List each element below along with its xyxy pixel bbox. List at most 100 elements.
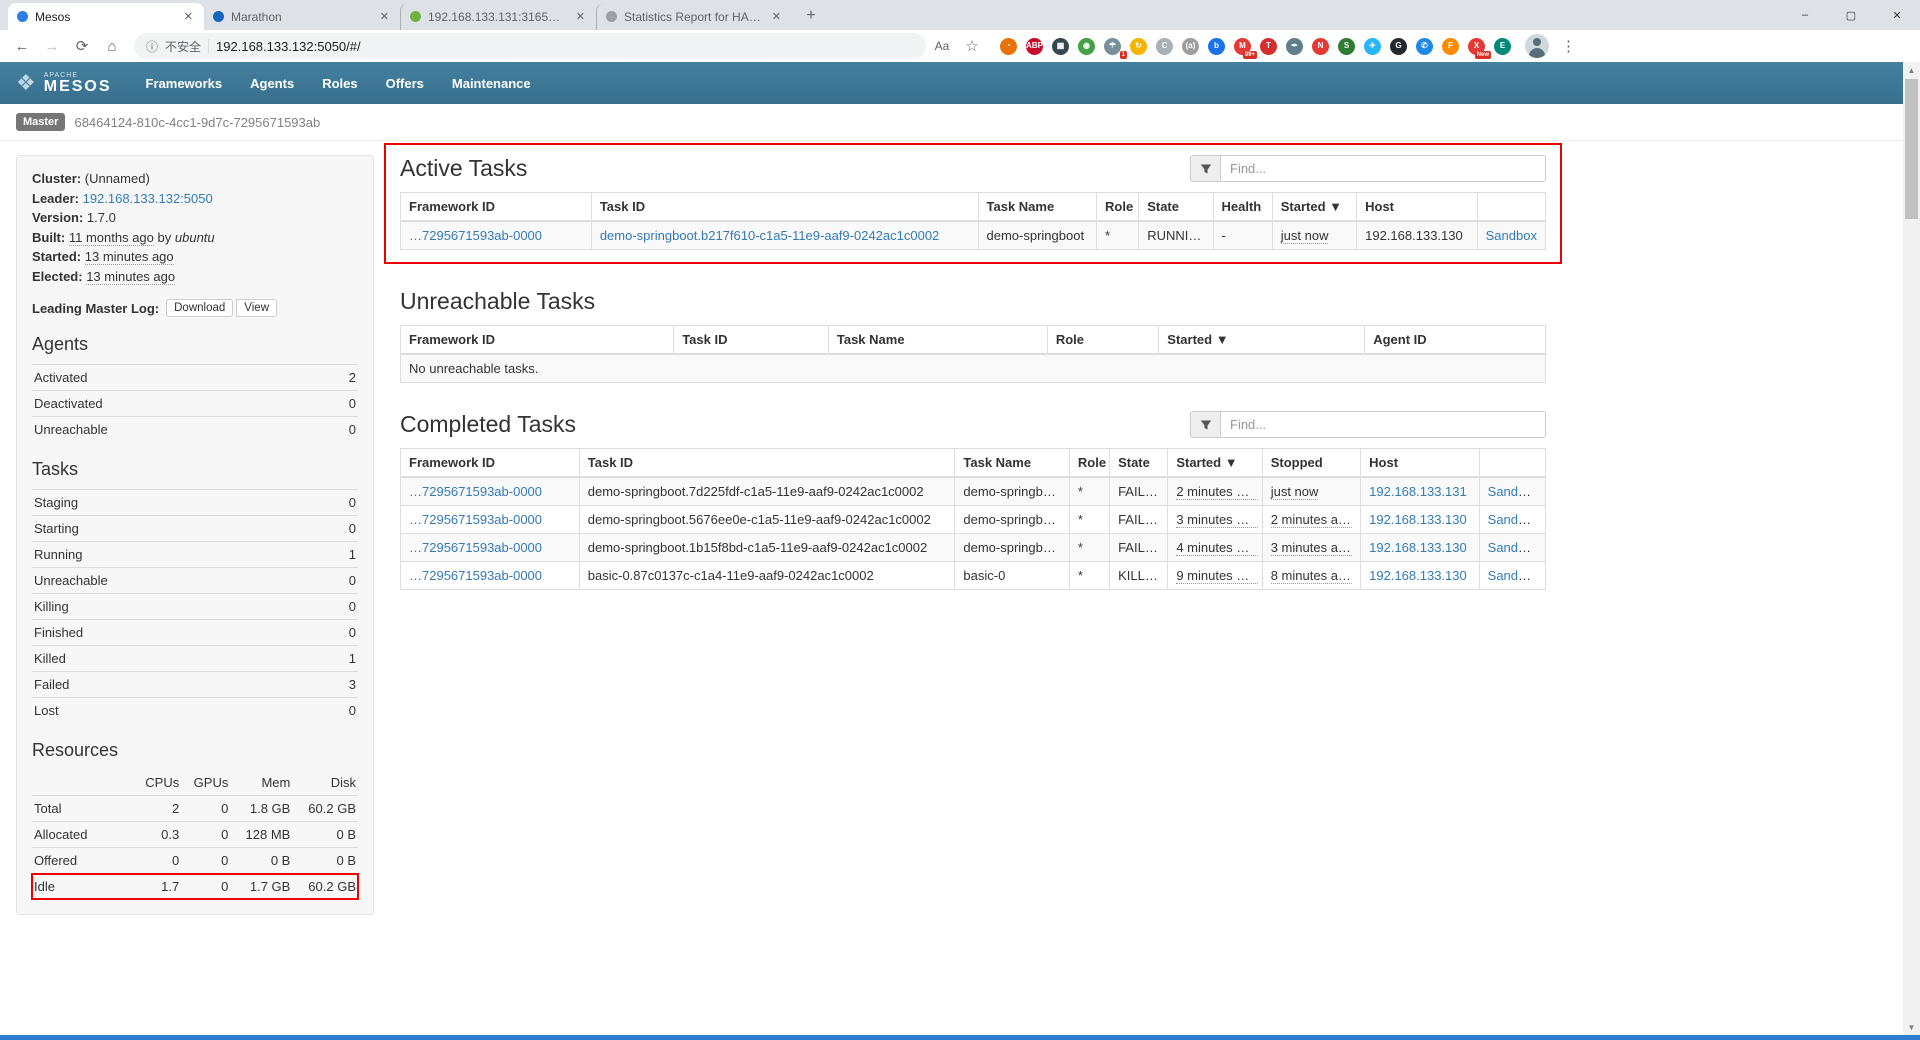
extension-icon[interactable]: ◔ — [1000, 38, 1017, 55]
host-link[interactable]: 192.168.133.130 — [1369, 512, 1467, 527]
tab-mesos[interactable]: Mesos ✕ — [8, 3, 204, 30]
extension-icon[interactable]: N — [1312, 38, 1329, 55]
home-icon[interactable]: ⌂ — [98, 32, 126, 60]
extension-icon[interactable]: S — [1338, 38, 1355, 55]
host-link[interactable]: 192.168.133.131 — [1369, 484, 1467, 499]
tab-marathon[interactable]: Marathon ✕ — [204, 3, 400, 30]
host-link[interactable]: 192.168.133.130 — [1369, 540, 1467, 555]
extension-icon[interactable]: M 99+ — [1234, 38, 1251, 55]
framework-id-link[interactable]: …7295671593ab-0000 — [409, 540, 542, 555]
sandbox-link[interactable]: Sandbox — [1486, 228, 1537, 243]
started-cell: 4 minutes ago — [1176, 540, 1258, 556]
host-link[interactable]: 192.168.133.130 — [1369, 568, 1467, 583]
task-id-cell: demo-springboot.5676ee0e-c1a5-11e9-aaf9-… — [579, 506, 955, 534]
maximize-button[interactable]: ▢ — [1828, 0, 1874, 30]
task-id-link[interactable]: demo-springboot.b217f610-c1a5-11e9-aaf9-… — [600, 228, 939, 243]
column-header[interactable]: Role — [1097, 193, 1139, 222]
address-divider — [208, 39, 209, 53]
column-header[interactable]: Host — [1361, 449, 1480, 478]
sandbox-link[interactable]: Sandbox — [1488, 512, 1539, 527]
extension-icon[interactable]: ▦ — [1052, 38, 1069, 55]
extension-icon[interactable]: ✒ — [1286, 38, 1303, 55]
scrollbar-thumb[interactable] — [1905, 79, 1918, 219]
forward-icon[interactable]: → — [38, 32, 66, 60]
column-header[interactable]: State — [1110, 449, 1168, 478]
column-header[interactable]: Task Name — [828, 326, 1047, 355]
download-log-button[interactable]: Download — [166, 299, 233, 317]
navbar-item[interactable]: Roles — [322, 76, 357, 91]
column-header[interactable]: Task ID — [579, 449, 955, 478]
close-button[interactable]: ✕ — [1874, 0, 1920, 30]
column-header[interactable]: Task ID — [674, 326, 829, 355]
framework-id-link[interactable]: …7295671593ab-0000 — [409, 568, 542, 583]
extension-icon[interactable]: ✆ — [1416, 38, 1433, 55]
column-header[interactable]: Host — [1357, 193, 1478, 222]
extension-icon[interactable]: ↻ — [1130, 38, 1147, 55]
column-header[interactable] — [1479, 449, 1545, 478]
tab-close-icon[interactable]: ✕ — [770, 10, 783, 23]
minimize-button[interactable]: – — [1782, 0, 1828, 30]
scrollbar[interactable]: ▲ ▼ — [1903, 62, 1920, 1035]
column-header[interactable]: Framework ID — [401, 449, 580, 478]
column-header[interactable]: Role — [1047, 326, 1158, 355]
browser-menu-icon[interactable]: ⋮ — [1561, 37, 1576, 55]
sandbox-link[interactable]: Sandbox — [1488, 568, 1539, 583]
mesos-brand[interactable]: ❖ APACHE MESOS — [16, 72, 112, 95]
completed-tasks-find-input[interactable] — [1220, 411, 1546, 438]
back-icon[interactable]: ← — [8, 32, 36, 60]
column-header[interactable]: Health — [1213, 193, 1272, 222]
navbar-item[interactable]: Frameworks — [146, 76, 223, 91]
navbar-item[interactable]: Maintenance — [452, 76, 531, 91]
extension-icon[interactable]: ◉ — [1078, 38, 1095, 55]
active-tasks-find-input[interactable] — [1220, 155, 1546, 182]
site-info-icon[interactable]: ⓘ — [146, 38, 158, 55]
extension-icon[interactable]: ABP — [1026, 38, 1043, 55]
scroll-up-icon[interactable]: ▲ — [1903, 62, 1920, 78]
scroll-down-icon[interactable]: ▼ — [1903, 1019, 1920, 1035]
column-header[interactable]: Task ID — [591, 193, 978, 222]
column-header[interactable]: Stopped — [1262, 449, 1360, 478]
sandbox-link[interactable]: Sandbox — [1488, 540, 1539, 555]
extension-icon[interactable]: b — [1208, 38, 1225, 55]
column-header[interactable]: Started ▼ — [1159, 326, 1365, 355]
column-header[interactable]: Role — [1069, 449, 1109, 478]
extension-icon[interactable]: (a) — [1182, 38, 1199, 55]
column-header[interactable]: Task Name — [978, 193, 1097, 222]
column-header[interactable]: Agent ID — [1365, 326, 1546, 355]
tab-close-icon[interactable]: ✕ — [574, 10, 587, 23]
profile-avatar[interactable] — [1525, 34, 1549, 58]
column-header[interactable]: Started ▼ — [1272, 193, 1356, 222]
view-log-button[interactable]: View — [236, 299, 277, 317]
navbar-item[interactable]: Agents — [250, 76, 294, 91]
extension-icon[interactable]: C — [1156, 38, 1173, 55]
tab-close-icon[interactable]: ✕ — [182, 10, 195, 23]
tab-close-icon[interactable]: ✕ — [378, 10, 391, 23]
reload-icon[interactable]: ⟳ — [68, 32, 96, 60]
column-header[interactable]: Framework ID — [401, 193, 592, 222]
framework-id-link[interactable]: …7295671593ab-0000 — [409, 484, 542, 499]
extension-icon[interactable]: ✈ — [1364, 38, 1381, 55]
column-header[interactable]: Framework ID — [401, 326, 674, 355]
column-header[interactable] — [1477, 193, 1545, 222]
url-text[interactable]: 192.168.133.132:5050/#/ — [216, 39, 361, 54]
sandbox-link[interactable]: Sandbox — [1488, 484, 1539, 499]
extension-icon[interactable]: E — [1494, 38, 1511, 55]
extension-icon[interactable]: ☂ 1 — [1104, 38, 1121, 55]
bookmark-star-icon[interactable]: ☆ — [958, 32, 986, 60]
tab-hello[interactable]: 192.168.133.131:31657/hello ✕ — [400, 3, 596, 30]
column-header[interactable]: Task Name — [955, 449, 1070, 478]
extension-icon[interactable]: F — [1442, 38, 1459, 55]
column-header[interactable]: Started ▼ — [1168, 449, 1262, 478]
translate-icon[interactable]: Aa — [928, 32, 956, 60]
leader-link[interactable]: 192.168.133.132:5050 — [83, 191, 213, 206]
extension-icon[interactable]: G — [1390, 38, 1407, 55]
address-bar[interactable]: ⓘ 不安全 192.168.133.132:5050/#/ — [134, 33, 926, 59]
navbar-item[interactable]: Offers — [386, 76, 424, 91]
extension-icon[interactable]: X New — [1468, 38, 1485, 55]
column-header[interactable]: State — [1139, 193, 1213, 222]
framework-id-link[interactable]: …7295671593ab-0000 — [409, 512, 542, 527]
framework-id-link[interactable]: …7295671593ab-0000 — [409, 228, 542, 243]
tab-haproxy[interactable]: Statistics Report for HAProxy ✕ — [596, 3, 792, 30]
new-tab-button[interactable]: + — [798, 3, 824, 29]
extension-icon[interactable]: T — [1260, 38, 1277, 55]
